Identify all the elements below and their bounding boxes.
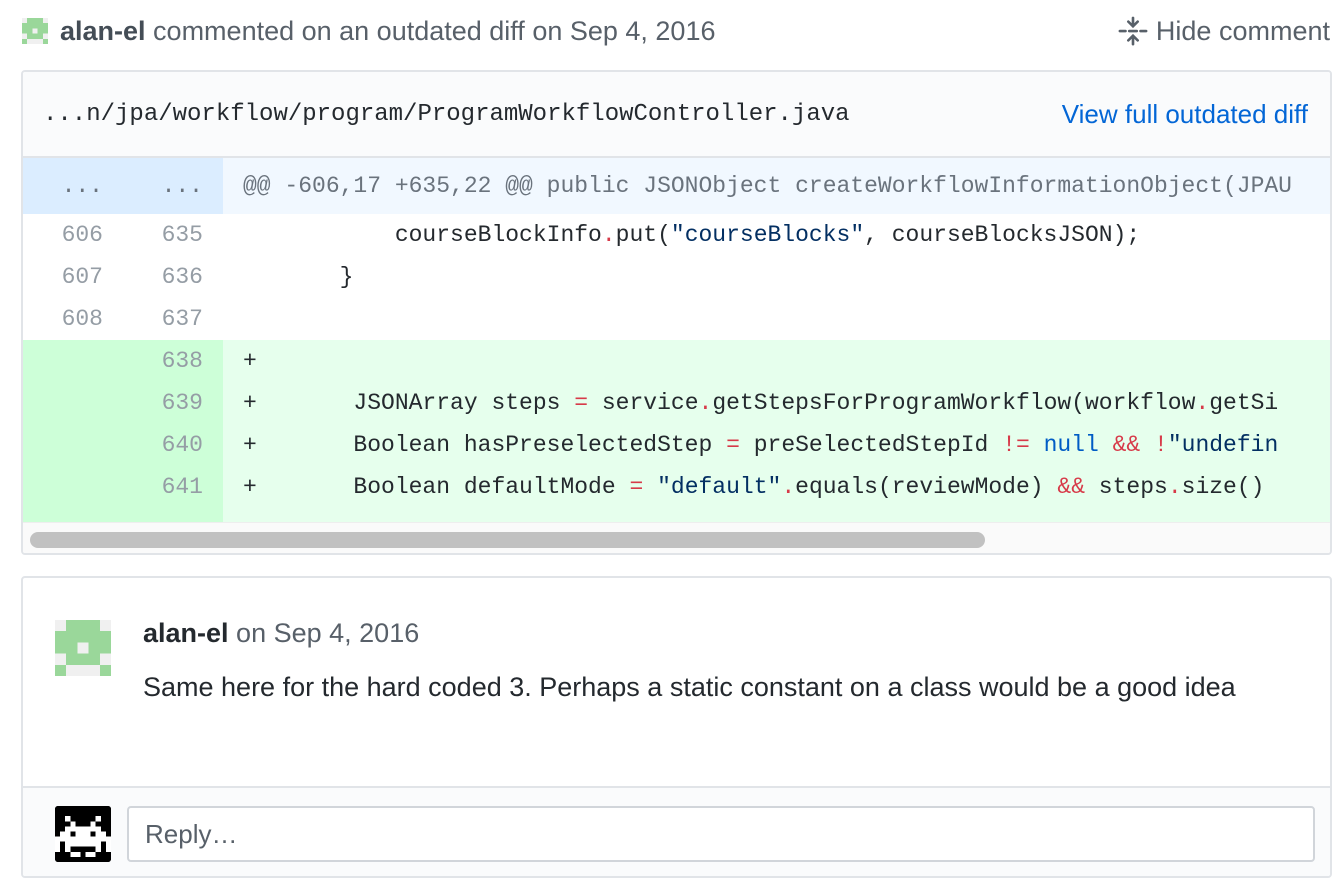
- reply-area: [23, 786, 1330, 876]
- diff-row-added: 640 + Boolean hasPreselectedStep = preSe…: [23, 424, 1330, 466]
- comment-date[interactable]: Sep 4, 2016: [570, 16, 716, 46]
- code-line: courseBlockInfo.put("courseBlocks", cour…: [243, 222, 1141, 248]
- comment-meta: alan-el on Sep 4, 2016: [143, 616, 419, 650]
- old-line-number: [23, 382, 123, 424]
- hide-comment-button[interactable]: Hide comment: [1118, 14, 1330, 48]
- diff-row-added: 641 + Boolean defaultMode = "default".eq…: [23, 466, 1330, 508]
- comment-on-text: on: [228, 618, 274, 648]
- hunk-header-text: @@ -606,17 +635,22 @@ public JSONObject …: [243, 173, 1292, 199]
- new-line-number[interactable]: 635: [123, 214, 223, 256]
- diff-row: 608 637: [23, 298, 1330, 340]
- comment-body: Same here for the hard coded 3. Perhaps …: [143, 672, 1236, 702]
- new-line-number[interactable]: 640: [123, 424, 223, 466]
- diff-row-added: 639 + JSONArray steps = service.getSteps…: [23, 382, 1330, 424]
- comment-timestamp[interactable]: Sep 4, 2016: [274, 618, 420, 648]
- comment-header: alan-el commented on an outdated diff on…: [0, 0, 1344, 62]
- code-line: + Boolean hasPreselectedStep = preSelect…: [223, 424, 1330, 466]
- file-path: ...n/jpa/workflow/program/ProgramWorkflo…: [43, 101, 850, 128]
- code-line: + Boolean defaultMode = "default".equals…: [223, 466, 1330, 508]
- code-line: + JSONArray steps = service.getStepsForP…: [223, 382, 1330, 424]
- old-line-number[interactable]: 608: [23, 298, 123, 340]
- horizontal-scrollbar[interactable]: [23, 522, 1330, 553]
- new-line-number[interactable]: 636: [123, 256, 223, 298]
- comment-author-link[interactable]: alan-el: [143, 618, 229, 648]
- identicon-avatar[interactable]: [55, 620, 111, 676]
- old-line-number: [23, 340, 123, 382]
- old-line-number[interactable]: 606: [23, 214, 123, 256]
- hide-comment-label: Hide comment: [1155, 16, 1330, 46]
- outdated-diff: ...n/jpa/workflow/program/ProgramWorkflo…: [21, 70, 1332, 555]
- new-line-number[interactable]: 637: [123, 298, 223, 340]
- old-line-number: [23, 424, 123, 466]
- review-comment: alan-el on Sep 4, 2016 Same here for the…: [21, 576, 1332, 878]
- reply-input[interactable]: [127, 806, 1315, 862]
- new-line-number[interactable]: 639: [123, 382, 223, 424]
- fold-icon: [1118, 16, 1148, 46]
- space-invader-avatar[interactable]: [55, 806, 111, 862]
- code-line: }: [243, 264, 354, 290]
- old-line-number[interactable]: 607: [23, 256, 123, 298]
- author-link[interactable]: alan-el: [60, 16, 146, 46]
- hunk-header-row: ... ... @@ -606,17 +635,22 @@ public JSO…: [23, 158, 1330, 214]
- new-line-number[interactable]: 641: [123, 466, 223, 508]
- diff-row: 606 635 courseBlockInfo.put("courseBlock…: [23, 214, 1330, 256]
- identicon-avatar[interactable]: [22, 18, 48, 44]
- diff-row-added: 638 +: [23, 340, 1330, 382]
- file-header: ...n/jpa/workflow/program/ProgramWorkflo…: [23, 72, 1330, 158]
- scrollbar-thumb[interactable]: [30, 532, 985, 548]
- new-line-number[interactable]: ...: [123, 158, 223, 214]
- diff-table: ... ... @@ -606,17 +635,22 @@ public JSO…: [23, 158, 1330, 550]
- new-line-number[interactable]: 638: [123, 340, 223, 382]
- view-full-diff-link[interactable]: View full outdated diff: [1062, 98, 1308, 130]
- code-line: +: [223, 340, 1330, 382]
- comment-summary: alan-el commented on an outdated diff on…: [60, 14, 716, 48]
- old-line-number[interactable]: ...: [23, 158, 123, 214]
- old-line-number: [23, 466, 123, 508]
- diff-row: 607 636 }: [23, 256, 1330, 298]
- comment-action-text: commented on an outdated diff on: [145, 16, 570, 46]
